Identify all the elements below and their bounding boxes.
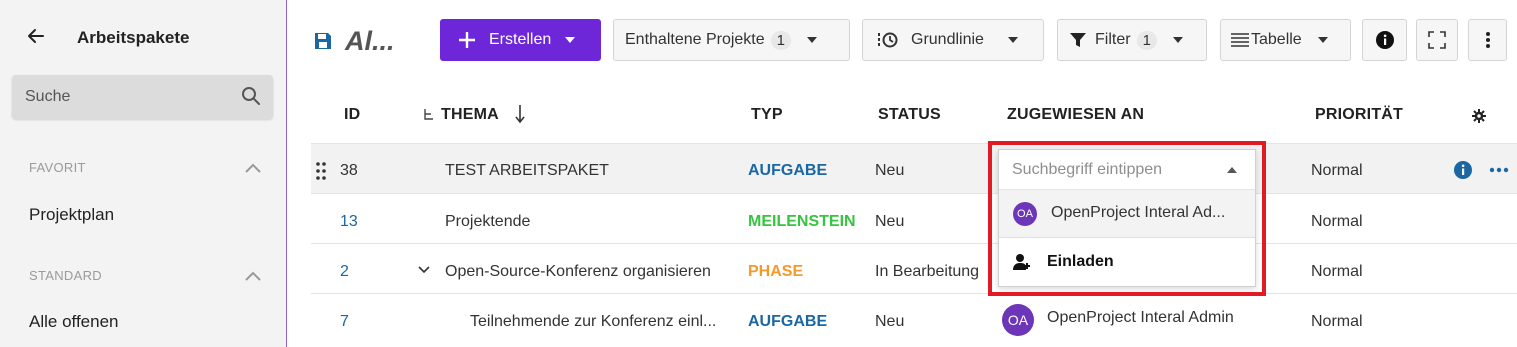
row-thema[interactable]: Teilnehmende zur Konferenz einl... <box>470 313 716 331</box>
sidebar: Arbeitspakete FAVORIT Projektplan STANDA… <box>0 0 287 347</box>
gear-icon[interactable] <box>1472 109 1486 123</box>
info-icon[interactable] <box>1454 161 1472 179</box>
baseline-button-label: Grundlinie <box>911 31 984 48</box>
more-horizontal-icon[interactable] <box>1489 167 1509 173</box>
row-priority[interactable]: Normal <box>1311 313 1363 331</box>
page-title: Al... <box>345 26 395 56</box>
row-id-link[interactable]: 7 <box>340 313 349 331</box>
back-arrow-icon[interactable] <box>26 26 48 48</box>
caret-down-icon <box>1007 37 1018 43</box>
info-button[interactable] <box>1362 19 1407 61</box>
filter-button[interactable]: Filter 1 <box>1057 19 1207 61</box>
row-divider <box>311 193 1517 194</box>
more-options-button[interactable] <box>1468 19 1507 61</box>
row-id-link[interactable]: 2 <box>340 263 349 281</box>
column-header-typ[interactable]: TYP <box>751 106 783 124</box>
section-favorit-label: FAVORIT <box>29 160 86 175</box>
sidebar-search-input[interactable] <box>12 75 232 119</box>
info-icon <box>1375 31 1394 49</box>
projects-count-badge: 1 <box>770 30 791 50</box>
chevron-up-icon[interactable] <box>244 162 262 174</box>
fullscreen-icon <box>1428 31 1446 49</box>
row-status[interactable]: In Bearbeitung <box>875 263 979 281</box>
row-priority[interactable]: Normal <box>1311 213 1363 231</box>
caret-down-icon <box>807 37 817 43</box>
chevron-up-icon[interactable] <box>244 270 262 282</box>
caret-down-icon <box>1172 37 1183 43</box>
row-priority[interactable]: Normal <box>1311 263 1363 281</box>
view-mode-label: Tabelle <box>1251 31 1302 48</box>
row-id[interactable]: 38 <box>340 162 358 180</box>
section-standard-label: STANDARD <box>29 268 102 283</box>
chevron-down-icon[interactable] <box>418 266 430 274</box>
row-type: PHASE <box>748 263 804 280</box>
row-divider <box>311 293 1517 294</box>
row-divider <box>311 243 1517 244</box>
baseline-button[interactable]: Grundlinie <box>862 19 1044 61</box>
drag-handle-icon[interactable] <box>315 161 327 181</box>
fullscreen-button[interactable] <box>1416 19 1458 61</box>
avatar: OA <box>1002 304 1034 336</box>
hierarchy-icon[interactable] <box>423 108 435 124</box>
row-type: AUFGABE <box>748 313 828 330</box>
create-button-label: Erstellen <box>489 31 552 48</box>
filter-button-label: Filter <box>1095 31 1131 48</box>
highlight-frame <box>988 141 1266 296</box>
row-thema[interactable]: TEST ARBEITSPAKET <box>445 162 609 180</box>
row-status[interactable]: Neu <box>875 213 904 231</box>
filter-count-badge: 1 <box>1136 30 1157 50</box>
create-button[interactable]: Erstellen <box>440 19 601 61</box>
column-header-status[interactable]: STATUS <box>878 106 941 124</box>
sidebar-search[interactable] <box>12 75 273 119</box>
row-priority[interactable]: Normal <box>1311 162 1363 180</box>
save-icon[interactable] <box>314 32 332 50</box>
sidebar-title: Arbeitspakete <box>77 28 190 47</box>
row-assignee[interactable]: OpenProject Interal Admin <box>1047 309 1234 327</box>
view-mode-button[interactable]: Tabelle <box>1220 19 1351 61</box>
column-header-id[interactable]: ID <box>344 106 360 124</box>
row-status[interactable]: Neu <box>875 162 904 180</box>
caret-down-icon <box>1317 37 1328 43</box>
column-header-thema[interactable]: THEMA <box>441 106 499 124</box>
search-icon <box>242 87 260 105</box>
row-type: MEILENSTEIN <box>748 213 856 230</box>
baseline-clock-icon <box>878 32 898 48</box>
caret-down-icon <box>565 37 576 43</box>
row-thema[interactable]: Projektende <box>445 213 530 231</box>
table-icon <box>1231 33 1249 47</box>
row-status[interactable]: Neu <box>875 313 904 331</box>
plus-icon <box>459 32 475 48</box>
projects-button-label: Enthaltene Projekte <box>625 31 765 48</box>
row-id-link[interactable]: 13 <box>340 213 358 231</box>
column-header-priority[interactable]: PRIORITÄT <box>1315 106 1403 124</box>
row-thema[interactable]: Open-Source-Konferenz organisieren <box>445 263 711 281</box>
sort-descending-icon[interactable] <box>515 104 525 124</box>
sidebar-item-projektplan[interactable]: Projektplan <box>29 205 114 225</box>
filter-icon <box>1070 33 1086 47</box>
projects-button[interactable]: Enthaltene Projekte 1 <box>613 19 850 61</box>
sidebar-item-alle-offenen[interactable]: Alle offenen <box>29 312 118 332</box>
kebab-menu-icon <box>1485 32 1490 48</box>
column-header-assignee[interactable]: ZUGEWIESEN AN <box>1007 106 1144 124</box>
row-type: AUFGABE <box>748 162 828 179</box>
